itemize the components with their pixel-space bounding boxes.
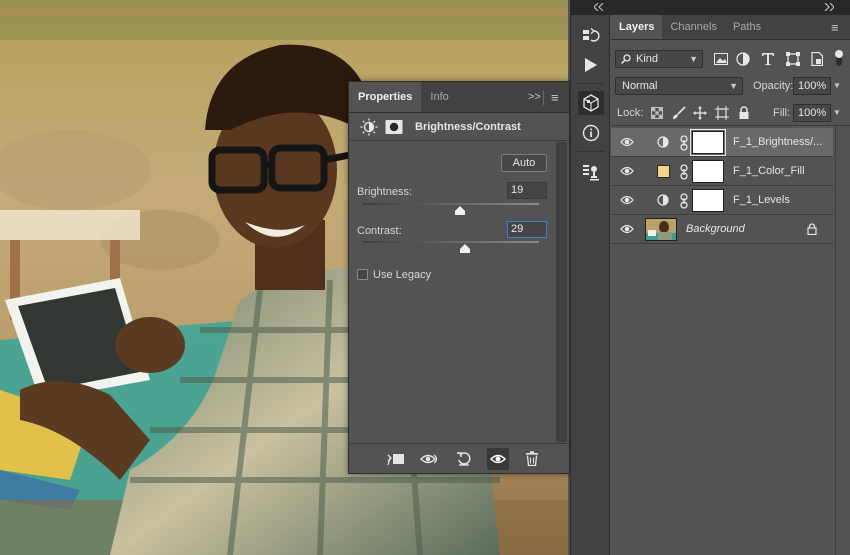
actions-play-icon[interactable] [578,53,604,77]
lock-artboard-icon[interactable] [714,105,730,121]
properties-header: Brightness/Contrast [349,113,569,141]
dock-separator [577,151,605,152]
contrast-value-input[interactable]: 29 [507,221,547,238]
history-icon[interactable] [578,25,604,49]
color-fill-swatch-icon[interactable] [655,163,671,179]
brightness-label: Brightness: [357,186,413,198]
layers-menu-icon[interactable]: ≡ [831,20,839,35]
color-fill-swatch [656,164,670,178]
blend-mode-dropdown[interactable]: Normal ▼ [615,77,743,95]
layer-row-background[interactable]: Background [611,215,833,244]
adjustment-layer-icon [655,134,671,150]
panel-dock-titlebar [570,0,850,15]
expand-dock-icon[interactable] [824,3,834,11]
3d-icon[interactable] [578,91,604,115]
auto-button[interactable]: Auto [501,154,547,172]
collapse-dock-icon[interactable] [594,3,604,11]
info-icon[interactable] [578,121,604,145]
tab-layers[interactable]: Layers [611,15,663,39]
layer-name: Background [686,223,745,235]
clip-to-layer-icon[interactable] [385,448,407,470]
layer-mask-thumbnail[interactable] [690,129,726,156]
blend-mode-label: Normal [622,80,658,92]
filter-smart-object-icon[interactable] [809,51,825,67]
visibility-eye-icon[interactable] [620,194,634,206]
layers-tabbar: Layers Channels Paths ≡ [611,15,850,40]
mask-link-icon[interactable] [679,193,689,209]
properties-scrollbar[interactable] [556,142,567,442]
tab-properties[interactable]: Properties [349,82,422,112]
lock-image-pixels-icon[interactable] [671,105,687,121]
layer-mask-thumbnail[interactable] [692,189,724,212]
opacity-label: Opacity: [753,80,794,92]
layer-row-color-fill[interactable]: F_1_Color_Fill [611,157,833,186]
delete-adjustment-icon[interactable] [521,448,543,470]
layer-thumbnail[interactable] [645,218,677,241]
fill-input[interactable]: 100% [793,104,831,122]
brightness-value-input[interactable]: 19 [507,182,547,199]
layer-name: F_1_Color_Fill [733,165,805,177]
mask-link-icon[interactable] [679,164,689,180]
lock-position-icon[interactable] [692,105,708,121]
layer-name: F_1_Levels [733,194,790,206]
chevron-down-icon: ▼ [729,81,738,91]
filter-type-icon[interactable] [760,51,776,67]
layers-scroll-divider [835,126,836,555]
adjustment-title: Brightness/Contrast [415,120,521,133]
visibility-eye-icon[interactable] [620,165,634,177]
layers-panel: Layers Channels Paths ≡ Kind ▼ Normal ▼ … [611,15,850,555]
contrast-label: Contrast: [357,225,402,237]
fill-chevron-icon[interactable]: ▼ [833,108,841,117]
tab-divider [543,91,544,105]
dock-separator [577,83,605,84]
fill-label: Fill: [773,107,791,119]
toggle-visibility-icon[interactable] [487,447,509,470]
use-legacy-label: Use Legacy [373,269,432,281]
layers-list-divider [611,125,850,126]
layer-row-brightness[interactable]: F_1_Brightness/... [611,128,833,157]
visibility-eye-icon[interactable] [620,223,634,235]
filter-kind-dropdown[interactable]: Kind ▼ [615,50,703,68]
properties-panel: Properties Info >> ≡ Brightness/Contrast… [348,81,570,474]
properties-tabbar: Properties Info >> ≡ [349,82,569,113]
visibility-eye-icon[interactable] [620,136,634,148]
brightness-slider-thumb[interactable] [454,206,465,215]
mask-link-icon[interactable] [679,135,689,151]
tab-paths[interactable]: Paths [725,15,769,39]
panel-menu-icon[interactable]: ≡ [551,82,559,113]
layer-row-levels[interactable]: F_1_Levels [611,186,833,215]
chevron-down-icon: ▼ [689,54,698,64]
layer-mask-icon[interactable] [384,118,404,136]
layer-name: F_1_Brightness/... [733,136,823,148]
collapse-panel-icon[interactable]: >> [528,82,541,113]
opacity-chevron-icon[interactable]: ▼ [833,81,841,90]
filter-adjustment-icon[interactable] [735,51,751,67]
brightness-slider-track[interactable] [363,203,539,205]
tab-info[interactable]: Info [421,82,457,112]
contrast-slider-track[interactable] [363,241,539,243]
contrast-slider-thumb[interactable] [460,244,471,253]
lock-icon[interactable] [807,223,817,235]
filter-kind-label: Kind [636,53,659,65]
layer-mask-thumbnail[interactable] [692,160,724,183]
lock-transparent-pixels-icon[interactable] [649,105,665,121]
panel-dock [570,15,610,555]
brightness-contrast-icon [359,118,379,136]
properties-footer [349,443,569,473]
lock-label: Lock: [617,107,644,119]
view-previous-state-icon[interactable] [419,448,441,470]
filter-shape-icon[interactable] [785,51,801,67]
clone-source-icon[interactable] [578,160,604,184]
lock-all-icon[interactable] [736,105,752,121]
tab-channels[interactable]: Channels [662,15,724,39]
filter-pixel-icon[interactable] [713,51,729,67]
opacity-input[interactable]: 100% [793,77,831,95]
reset-adjustment-icon[interactable] [453,448,475,470]
adjustment-layer-icon [655,192,671,208]
use-legacy-checkbox[interactable] [357,269,368,280]
filter-toggle-switch[interactable] [833,48,845,68]
search-icon [621,54,631,64]
